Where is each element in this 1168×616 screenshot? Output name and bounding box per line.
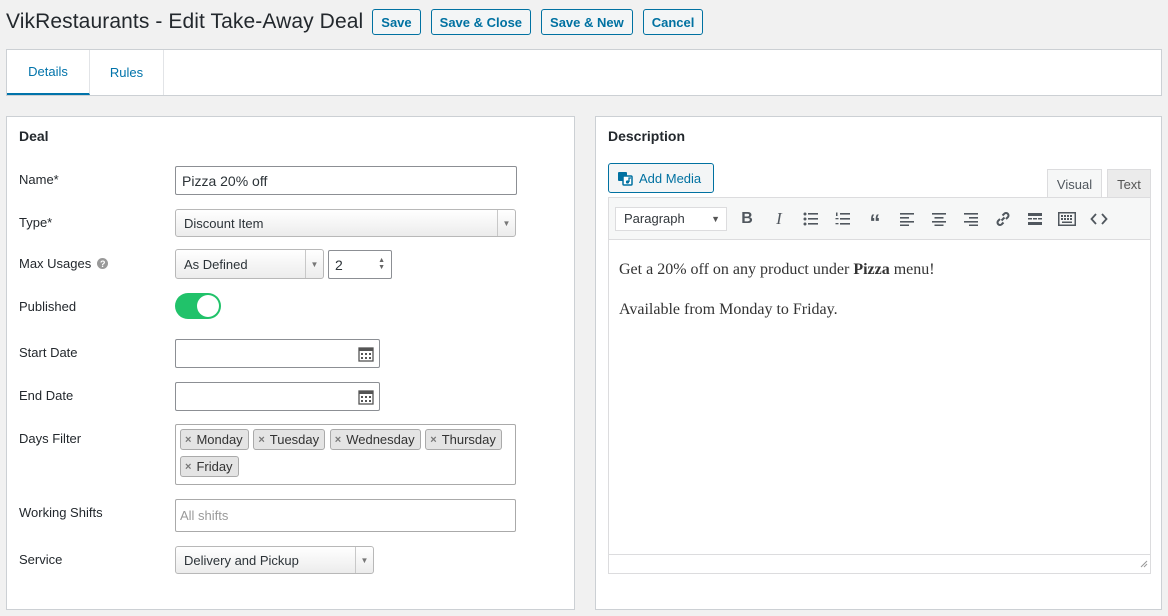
editor-content[interactable]: Get a 20% off on any product under Pizza… bbox=[609, 240, 1150, 554]
chevron-down-icon: ▼ bbox=[355, 547, 373, 573]
editor-paragraph: Available from Monday to Friday. bbox=[619, 301, 838, 318]
max-usages-label: Max Usages ? bbox=[19, 256, 109, 271]
day-tag: × Wednesday bbox=[329, 429, 421, 450]
align-center-icon[interactable] bbox=[925, 205, 953, 233]
published-toggle[interactable] bbox=[175, 293, 221, 319]
format-select[interactable]: Paragraph ▼ bbox=[615, 206, 727, 231]
calendar-icon[interactable] bbox=[358, 346, 569, 365]
days-filter-input[interactable]: × Monday × Tuesday × Wednesday × Thursday × F… bbox=[175, 424, 516, 485]
days-filter-label: Days Filter bbox=[19, 431, 82, 446]
stepper-icon[interactable]: ▲ ▼ bbox=[378, 257, 385, 271]
tab-details[interactable]: Details bbox=[7, 50, 90, 95]
working-shifts-label: Working Shifts bbox=[19, 505, 103, 520]
media-icon bbox=[618, 172, 633, 186]
day-tag: × Tuesday bbox=[253, 429, 326, 450]
description-panel: Description Add Media Visual Text Paragr… bbox=[595, 116, 1162, 610]
align-left-icon[interactable] bbox=[893, 205, 921, 233]
remove-icon[interactable]: × bbox=[430, 434, 436, 446]
type-select[interactable]: Discount Item ▼ bbox=[175, 209, 516, 237]
blockquote-icon[interactable]: “ bbox=[861, 205, 889, 233]
cancel-button[interactable]: Cancel bbox=[642, 9, 704, 35]
align-right-icon[interactable] bbox=[957, 205, 985, 233]
max-usages-mode-value: As Defined bbox=[184, 256, 248, 272]
end-date-input[interactable] bbox=[175, 382, 380, 411]
tab-rules[interactable]: Rules bbox=[90, 50, 164, 95]
max-usages-count-value: 2 bbox=[335, 256, 343, 273]
page-header: VikRestaurants - Edit Take-Away Deal Sav… bbox=[6, 8, 713, 36]
link-icon[interactable] bbox=[989, 205, 1017, 233]
max-usages-label-text: Max Usages bbox=[19, 256, 92, 271]
bullet-list-icon[interactable] bbox=[797, 205, 825, 233]
day-tag-label: Wednesday bbox=[346, 432, 415, 447]
remove-icon[interactable]: × bbox=[185, 461, 191, 473]
day-tag-label: Thursday bbox=[441, 432, 496, 447]
remove-icon[interactable]: × bbox=[335, 434, 341, 446]
type-label: Type* bbox=[19, 215, 53, 230]
editor-paragraph: Get a 20% off on any product under Pizza… bbox=[619, 258, 1140, 282]
keyboard-icon[interactable] bbox=[1053, 205, 1081, 233]
day-tag: × Friday bbox=[180, 456, 239, 477]
page-title: VikRestaurants - Edit Take-Away Deal bbox=[6, 10, 364, 33]
day-tag-label: Monday bbox=[196, 432, 243, 447]
tab-bar: Details Rules bbox=[6, 49, 1162, 96]
tab-text[interactable]: Text bbox=[1107, 169, 1151, 198]
editor-statusbar bbox=[609, 554, 1150, 573]
start-date-input[interactable] bbox=[175, 339, 380, 368]
paragraph-text: menu! bbox=[889, 261, 935, 278]
save-button[interactable]: Save bbox=[372, 9, 421, 35]
published-label: Published bbox=[19, 299, 77, 314]
editor-toolbar: Paragraph ▼ B I “ bbox=[609, 198, 1150, 240]
remove-icon[interactable]: × bbox=[185, 434, 191, 446]
deal-panel: Deal Name* Pizza 20% off Type* Discount … bbox=[6, 116, 575, 610]
bold-icon[interactable]: B bbox=[733, 205, 761, 233]
service-select[interactable]: Delivery and Pickup ▼ bbox=[175, 546, 374, 574]
bold-text: Pizza bbox=[853, 261, 890, 278]
working-shifts-placeholder: All shifts bbox=[180, 508, 229, 523]
chevron-down-icon: ▼ bbox=[305, 250, 323, 278]
help-icon[interactable]: ? bbox=[97, 258, 109, 269]
deal-panel-title: Deal bbox=[19, 128, 49, 144]
max-usages-mode-select[interactable]: As Defined ▼ bbox=[175, 249, 324, 279]
type-select-value: Discount Item bbox=[184, 215, 264, 231]
chevron-down-icon: ▼ bbox=[711, 213, 720, 224]
paragraph-text: Get a 20% off on any product under bbox=[619, 261, 854, 278]
numbered-list-icon[interactable] bbox=[829, 205, 857, 233]
save-new-button[interactable]: Save & New bbox=[541, 9, 633, 35]
toggle-knob bbox=[197, 295, 219, 317]
max-usages-count-input[interactable]: 2 ▲ ▼ bbox=[328, 250, 392, 279]
service-label: Service bbox=[19, 552, 63, 567]
add-media-button[interactable]: Add Media bbox=[608, 163, 714, 193]
day-tag-label: Friday bbox=[196, 459, 233, 474]
add-media-label: Add Media bbox=[639, 170, 702, 186]
start-date-label: Start Date bbox=[19, 345, 78, 360]
day-tag: × Thursday bbox=[425, 429, 502, 450]
code-icon[interactable] bbox=[1085, 205, 1113, 233]
service-select-value: Delivery and Pickup bbox=[184, 552, 299, 568]
tab-visual[interactable]: Visual bbox=[1047, 169, 1102, 198]
italic-icon[interactable]: I bbox=[765, 205, 793, 233]
resize-handle-icon[interactable] bbox=[1138, 556, 1148, 571]
save-close-button[interactable]: Save & Close bbox=[430, 9, 532, 35]
chevron-down-icon: ▼ bbox=[497, 210, 515, 236]
format-select-value: Paragraph bbox=[624, 211, 685, 226]
description-panel-title: Description bbox=[608, 128, 686, 144]
end-date-label: End Date bbox=[19, 388, 74, 403]
day-tag-label: Tuesday bbox=[269, 432, 320, 447]
working-shifts-input[interactable]: All shifts bbox=[175, 499, 516, 532]
rich-text-editor: Paragraph ▼ B I “ Get a 20% off on any p… bbox=[608, 197, 1151, 574]
calendar-icon[interactable] bbox=[358, 389, 569, 408]
remove-icon[interactable]: × bbox=[258, 434, 264, 446]
day-tag: × Monday bbox=[180, 429, 249, 450]
name-input[interactable]: Pizza 20% off bbox=[175, 166, 517, 195]
read-more-icon[interactable] bbox=[1021, 205, 1049, 233]
name-label: Name* bbox=[19, 172, 59, 187]
